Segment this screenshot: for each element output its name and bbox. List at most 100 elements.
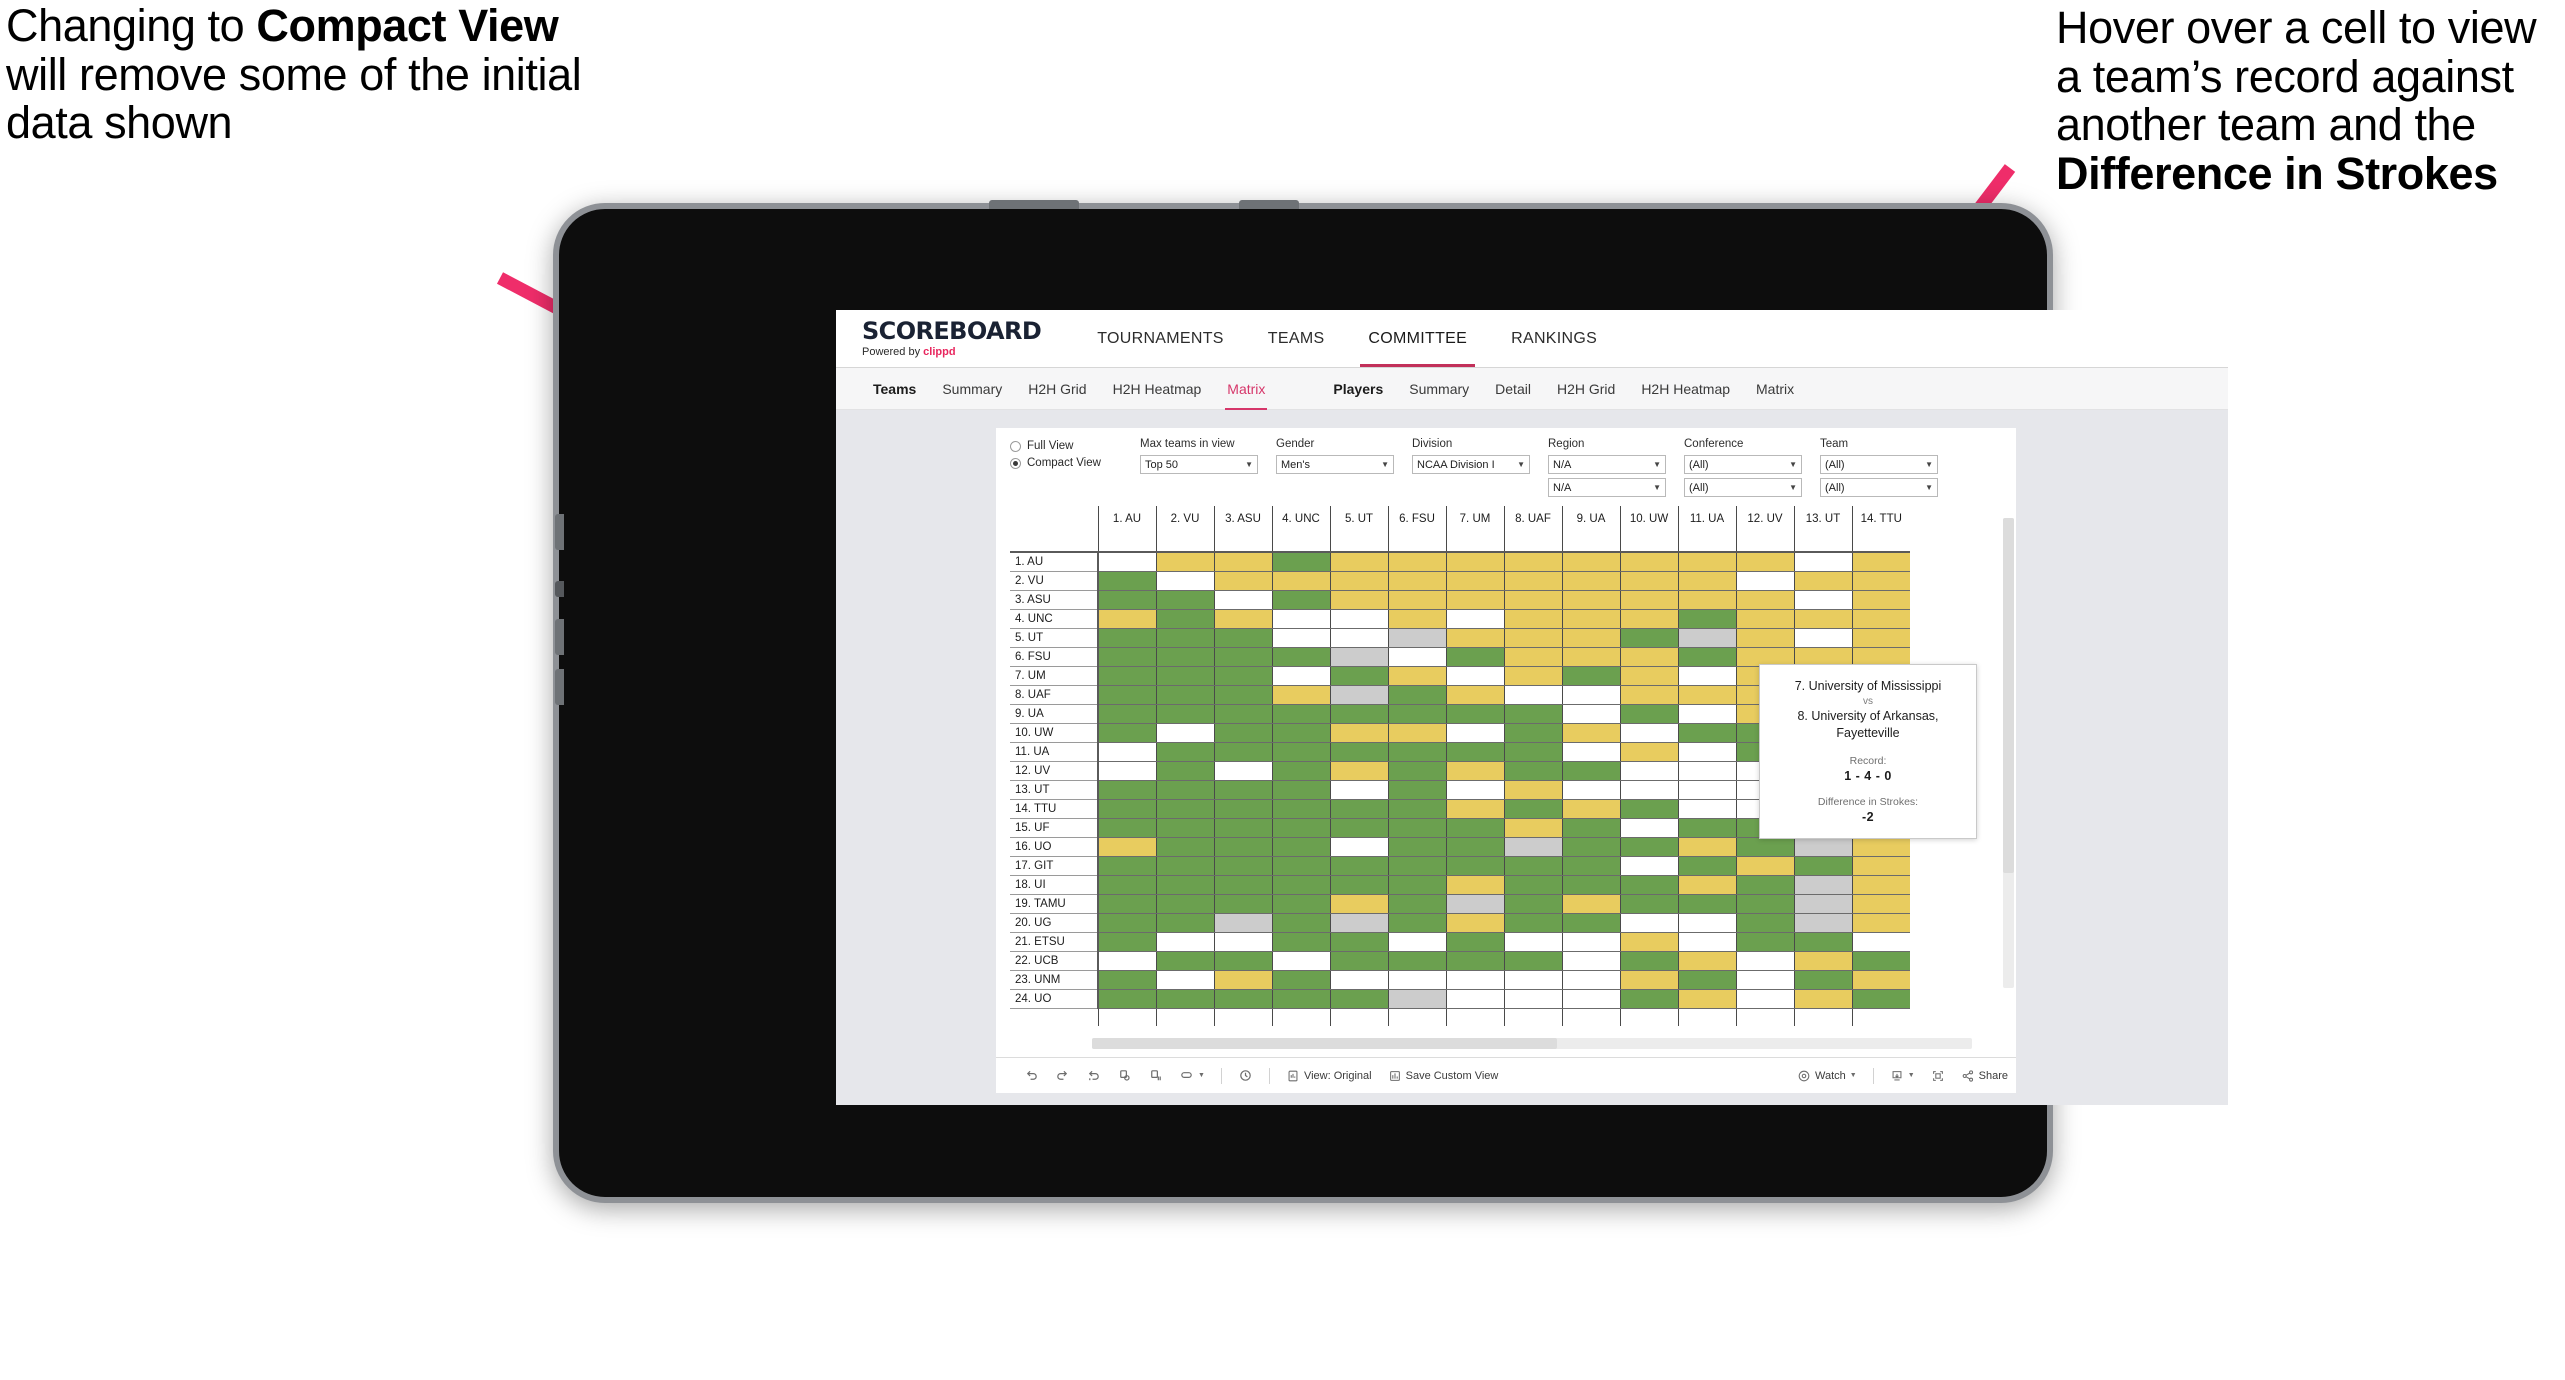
matrix-cell[interactable] <box>1445 590 1504 610</box>
matrix-cell[interactable] <box>1097 704 1156 724</box>
matrix-cell[interactable] <box>1503 685 1562 705</box>
matrix-cell[interactable] <box>1213 609 1272 629</box>
matrix-cell[interactable] <box>1503 818 1562 838</box>
brand-logo[interactable]: SCOREBOARD Powered by clippd <box>862 310 1075 367</box>
matrix-cell[interactable] <box>1561 704 1620 724</box>
matrix-cell[interactable] <box>1677 837 1736 857</box>
matrix-cell[interactable] <box>1793 875 1852 895</box>
subnav-item-players-h2h-heatmap[interactable]: H2H Heatmap <box>1628 381 1743 397</box>
matrix-cell[interactable] <box>1619 628 1678 648</box>
subnav-item-teams[interactable]: Teams <box>860 381 929 397</box>
matrix-cell[interactable] <box>1677 647 1736 667</box>
matrix-cell[interactable] <box>1503 666 1562 686</box>
subnav-item-players-matrix[interactable]: Matrix <box>1743 381 1807 397</box>
matrix-cell[interactable] <box>1329 913 1388 933</box>
matrix-cell[interactable] <box>1213 875 1272 895</box>
matrix-cell[interactable] <box>1213 647 1272 667</box>
matrix-cell[interactable] <box>1155 628 1214 648</box>
matrix-cell[interactable] <box>1619 989 1678 1009</box>
matrix-cell[interactable] <box>1271 970 1330 990</box>
matrix-cell[interactable] <box>1097 913 1156 933</box>
matrix-cell[interactable] <box>1213 628 1272 648</box>
matrix-cell[interactable] <box>1503 780 1562 800</box>
filter-select-conference-1[interactable]: (All) ▼ <box>1684 455 1802 474</box>
matrix-cell[interactable] <box>1213 552 1272 572</box>
matrix-cell[interactable] <box>1677 932 1736 952</box>
matrix-cell[interactable] <box>1329 875 1388 895</box>
matrix-cell[interactable] <box>1329 742 1388 762</box>
topnav-item-committee[interactable]: COMMITTEE <box>1346 310 1489 367</box>
matrix-cell[interactable] <box>1155 647 1214 667</box>
matrix-cell[interactable] <box>1387 647 1446 667</box>
matrix-cell[interactable] <box>1503 742 1562 762</box>
matrix-cell[interactable] <box>1503 894 1562 914</box>
matrix-cell[interactable] <box>1735 894 1794 914</box>
matrix-cell[interactable] <box>1387 628 1446 648</box>
matrix-cell[interactable] <box>1561 723 1620 743</box>
matrix-cell[interactable] <box>1677 970 1736 990</box>
matrix-cell[interactable] <box>1155 856 1214 876</box>
matrix-cell[interactable] <box>1155 723 1214 743</box>
matrix-cell[interactable] <box>1387 590 1446 610</box>
matrix-cell[interactable] <box>1387 742 1446 762</box>
matrix-cell[interactable] <box>1619 951 1678 971</box>
matrix-cell[interactable] <box>1213 951 1272 971</box>
matrix-row-header[interactable]: 14. TTU <box>1010 799 1099 819</box>
matrix-column-header[interactable]: 10. UW <box>1619 506 1678 553</box>
matrix-cell[interactable] <box>1213 856 1272 876</box>
matrix-cell[interactable] <box>1271 799 1330 819</box>
matrix-cell[interactable] <box>1213 723 1272 743</box>
matrix-cell[interactable] <box>1677 704 1736 724</box>
matrix-row-header[interactable]: 3. ASU <box>1010 590 1099 610</box>
matrix-column-header[interactable]: 2. VU <box>1155 506 1214 553</box>
matrix-cell[interactable] <box>1793 913 1852 933</box>
matrix-cell[interactable] <box>1097 932 1156 952</box>
matrix-cell[interactable] <box>1561 571 1620 591</box>
matrix-cell[interactable] <box>1735 837 1794 857</box>
matrix-column-header[interactable]: 5. UT <box>1329 506 1388 553</box>
matrix-cell[interactable] <box>1155 552 1214 572</box>
matrix-cell[interactable] <box>1213 818 1272 838</box>
matrix-cell[interactable] <box>1619 856 1678 876</box>
matrix-cell[interactable] <box>1155 913 1214 933</box>
matrix-cell[interactable] <box>1097 590 1156 610</box>
matrix-cell[interactable] <box>1445 647 1504 667</box>
subnav-item-players[interactable]: Players <box>1320 381 1396 397</box>
matrix-cell[interactable] <box>1329 761 1388 781</box>
matrix-cell[interactable] <box>1387 609 1446 629</box>
matrix-cell[interactable] <box>1445 799 1504 819</box>
matrix-cell[interactable] <box>1387 761 1446 781</box>
matrix-cell[interactable] <box>1677 571 1736 591</box>
matrix-cell[interactable] <box>1735 590 1794 610</box>
matrix-row-header[interactable]: 5. UT <box>1010 628 1099 648</box>
matrix-cell[interactable] <box>1851 894 1910 914</box>
subnav-item-teams-summary[interactable]: Summary <box>929 381 1015 397</box>
matrix-row-header[interactable]: 12. UV <box>1010 761 1099 781</box>
matrix-cell[interactable] <box>1851 989 1910 1009</box>
matrix-cell[interactable] <box>1155 799 1214 819</box>
matrix-cell[interactable] <box>1271 685 1330 705</box>
matrix-row-header[interactable]: 11. UA <box>1010 742 1099 762</box>
matrix-cell[interactable] <box>1503 761 1562 781</box>
filter-select-division[interactable]: NCAA Division I ▼ <box>1412 455 1530 474</box>
matrix-cell[interactable] <box>1445 571 1504 591</box>
matrix-cell[interactable] <box>1677 780 1736 800</box>
matrix-cell[interactable] <box>1097 628 1156 648</box>
matrix-cell[interactable] <box>1387 818 1446 838</box>
matrix-cell[interactable] <box>1387 685 1446 705</box>
matrix-row-header[interactable]: 9. UA <box>1010 704 1099 724</box>
matrix-cell[interactable] <box>1503 856 1562 876</box>
matrix-cell[interactable] <box>1445 875 1504 895</box>
undo-button[interactable] <box>1016 1063 1047 1089</box>
matrix-cell[interactable] <box>1735 628 1794 648</box>
matrix-cell[interactable] <box>1445 780 1504 800</box>
matrix-cell[interactable] <box>1155 590 1214 610</box>
matrix-cell[interactable] <box>1851 609 1910 629</box>
matrix-row-header[interactable]: 2. VU <box>1010 571 1099 591</box>
matrix-column-header[interactable]: 3. ASU <box>1213 506 1272 553</box>
matrix-cell[interactable] <box>1387 799 1446 819</box>
matrix-cell[interactable] <box>1329 799 1388 819</box>
matrix-cell[interactable] <box>1387 932 1446 952</box>
matrix-cell[interactable] <box>1271 590 1330 610</box>
matrix-cell[interactable] <box>1561 552 1620 572</box>
